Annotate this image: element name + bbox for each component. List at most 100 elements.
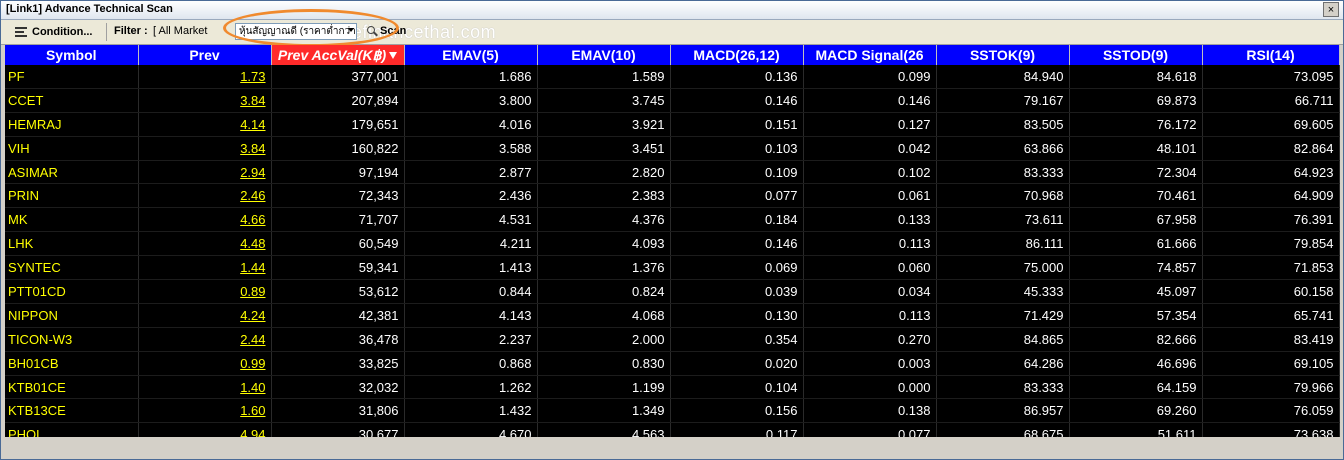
table-cell: 0.102 (803, 160, 937, 185)
column-header-8[interactable]: SSTOD(9) (1069, 45, 1203, 65)
condition-button[interactable]: Condition... (15, 23, 92, 41)
prev-price-link[interactable]: 4.66 (138, 207, 272, 233)
table-row[interactable]: PF 1.73 377,001 1.686 1.589 0.136 0.099 84.940 8… (5, 65, 1340, 89)
scan-results-grid: Symbol Prev Prev AccVal(K฿) EMAV(5) EMAV(10)… (5, 45, 1340, 448)
title-bar[interactable]: [Link1] Advance Technical Scan × (1, 1, 1343, 20)
prev-price-link[interactable]: 3.84 (138, 88, 272, 113)
condition-list-icon (15, 26, 29, 38)
table-row[interactable]: LHK 4.48 60,549 4.211 4.093 0.146 0.113 86.111 6… (5, 231, 1340, 257)
table-row[interactable]: NIPPON 4.24 42,381 4.143 4.068 0.130 0.113 71.4… (5, 303, 1340, 328)
table-cell: 179,651 (271, 112, 405, 137)
close-button[interactable]: × (1323, 2, 1339, 17)
prev-price-link[interactable]: 1.40 (138, 375, 272, 400)
prev-price-link[interactable]: 4.14 (138, 112, 272, 137)
table-row[interactable]: PRIN 2.46 72,343 2.436 2.383 0.077 0.061 70.968… (5, 183, 1340, 209)
table-cell: 60,549 (271, 231, 405, 257)
symbol-cell[interactable]: SYNTEC (5, 255, 139, 281)
prev-price-link[interactable]: 1.44 (138, 255, 272, 281)
column-header-3[interactable]: EMAV(5) (404, 45, 538, 65)
symbol-cell[interactable]: KTB13CE (5, 398, 139, 424)
column-header-4[interactable]: EMAV(10) (537, 45, 671, 65)
table-cell: 160,822 (271, 136, 405, 161)
symbol-cell[interactable]: CCET (5, 88, 139, 113)
table-cell: 83.333 (936, 375, 1070, 400)
table-cell: 67.958 (1069, 207, 1203, 233)
table-cell: 1.199 (537, 375, 671, 400)
symbol-cell[interactable]: MK (5, 207, 139, 233)
symbol-cell[interactable]: LHK (5, 231, 139, 257)
table-cell: 0.146 (803, 88, 937, 113)
table-row[interactable]: HEMRAJ 4.14 179,651 4.016 3.921 0.151 0.127 83.… (5, 112, 1340, 137)
table-cell: 0.003 (803, 351, 937, 376)
symbol-cell[interactable]: PTT01CD (5, 279, 139, 304)
table-cell: 0.136 (670, 65, 804, 89)
table-row[interactable]: KTB01CE 1.40 32,032 1.262 1.199 0.104 0.000 83.… (5, 375, 1340, 400)
scan-button-label: Scan (380, 25, 407, 37)
column-header-6[interactable]: MACD Signal(26 (803, 45, 937, 65)
condition-button-label: Condition... (32, 26, 93, 38)
table-cell: 3.451 (537, 136, 671, 161)
table-cell: 70.461 (1069, 183, 1203, 209)
column-header-label: EMAV(10) (571, 47, 636, 63)
table-row[interactable]: PTT01CD 0.89 53,612 0.844 0.824 0.039 0.034 45.… (5, 279, 1340, 304)
symbol-cell[interactable]: PF (5, 65, 139, 89)
symbol-cell[interactable]: NIPPON (5, 303, 139, 328)
table-cell: 0.156 (670, 398, 804, 424)
column-header-5[interactable]: MACD(26,12) (670, 45, 804, 65)
column-header-9[interactable]: RSI(14) (1202, 45, 1340, 65)
symbol-cell[interactable]: KTB01CE (5, 375, 139, 400)
column-header-1[interactable]: Prev (138, 45, 272, 65)
symbol-cell[interactable]: BH01CB (5, 351, 139, 376)
table-row[interactable]: BH01CB 0.99 33,825 0.868 0.830 0.020 0.003 64.2… (5, 351, 1340, 376)
column-header-label: MACD Signal(26 (815, 47, 924, 63)
prev-price-link[interactable]: 1.73 (138, 65, 272, 89)
prev-price-link[interactable]: 4.48 (138, 231, 272, 257)
prev-price-link[interactable]: 2.94 (138, 160, 272, 185)
table-body: PF 1.73 377,001 1.686 1.589 0.136 0.099 84.940 8… (5, 65, 1340, 448)
prev-price-link[interactable]: 2.44 (138, 327, 272, 352)
table-cell: 0.127 (803, 112, 937, 137)
table-cell: 0.824 (537, 279, 671, 304)
table-cell: 1.686 (404, 65, 538, 89)
table-row[interactable]: SYNTEC 1.44 59,341 1.413 1.376 0.069 0.060 75.0… (5, 255, 1340, 281)
symbol-cell[interactable]: ASIMAR (5, 160, 139, 185)
sort-descending-icon[interactable] (389, 52, 398, 60)
column-header-7[interactable]: SSTOK(9) (936, 45, 1070, 65)
symbol-cell[interactable]: HEMRAJ (5, 112, 139, 137)
prev-price-link[interactable]: 4.24 (138, 303, 272, 328)
prev-price-link[interactable]: 0.89 (138, 279, 272, 304)
table-row[interactable]: VIH 3.84 160,822 3.588 3.451 0.103 0.042 63.866… (5, 136, 1340, 161)
scan-preset-select[interactable]: หุ้นสัญญาณดี (ราคาต่ำกว่า 5 (235, 23, 357, 40)
table-cell: 0.146 (670, 231, 804, 257)
prev-price-link[interactable]: 1.60 (138, 398, 272, 424)
table-row[interactable]: ASIMAR 2.94 97,194 2.877 2.820 0.109 0.102 83.3… (5, 160, 1340, 185)
symbol-cell[interactable]: TICON-W3 (5, 327, 139, 352)
column-header-2[interactable]: Prev AccVal(K฿) (271, 45, 405, 65)
scan-button[interactable]: Scan (367, 25, 406, 37)
column-header-0[interactable]: Symbol (5, 45, 139, 65)
table-cell: 377,001 (271, 65, 405, 89)
prev-price-link[interactable]: 3.84 (138, 136, 272, 161)
table-row[interactable]: KTB13CE 1.60 31,806 1.432 1.349 0.156 0.138 86.… (5, 398, 1340, 424)
table-cell: 0.039 (670, 279, 804, 304)
table-cell: 2.820 (537, 160, 671, 185)
filter-market-value[interactable]: [ All Market (153, 25, 207, 37)
table-cell: 0.020 (670, 351, 804, 376)
table-cell: 0.868 (404, 351, 538, 376)
table-cell: 1.376 (537, 255, 671, 281)
table-cell: 69.605 (1202, 112, 1340, 137)
table-row[interactable]: CCET 3.84 207,894 3.800 3.745 0.146 0.146 79.16… (5, 88, 1340, 113)
table-cell: 84.618 (1069, 65, 1203, 89)
chevron-down-icon[interactable] (348, 28, 354, 32)
table-cell: 79.167 (936, 88, 1070, 113)
prev-price-link[interactable]: 0.99 (138, 351, 272, 376)
table-row[interactable]: TICON-W3 2.44 36,478 2.237 2.000 0.354 0.270 84… (5, 327, 1340, 352)
table-cell: 66.711 (1202, 88, 1340, 113)
table-cell: 72.304 (1069, 160, 1203, 185)
table-row[interactable]: MK 4.66 71,707 4.531 4.376 0.184 0.133 73.611 67… (5, 207, 1340, 233)
prev-price-link[interactable]: 2.46 (138, 183, 272, 209)
table-cell: 76.059 (1202, 398, 1340, 424)
table-cell: 4.093 (537, 231, 671, 257)
symbol-cell[interactable]: PRIN (5, 183, 139, 209)
symbol-cell[interactable]: VIH (5, 136, 139, 161)
